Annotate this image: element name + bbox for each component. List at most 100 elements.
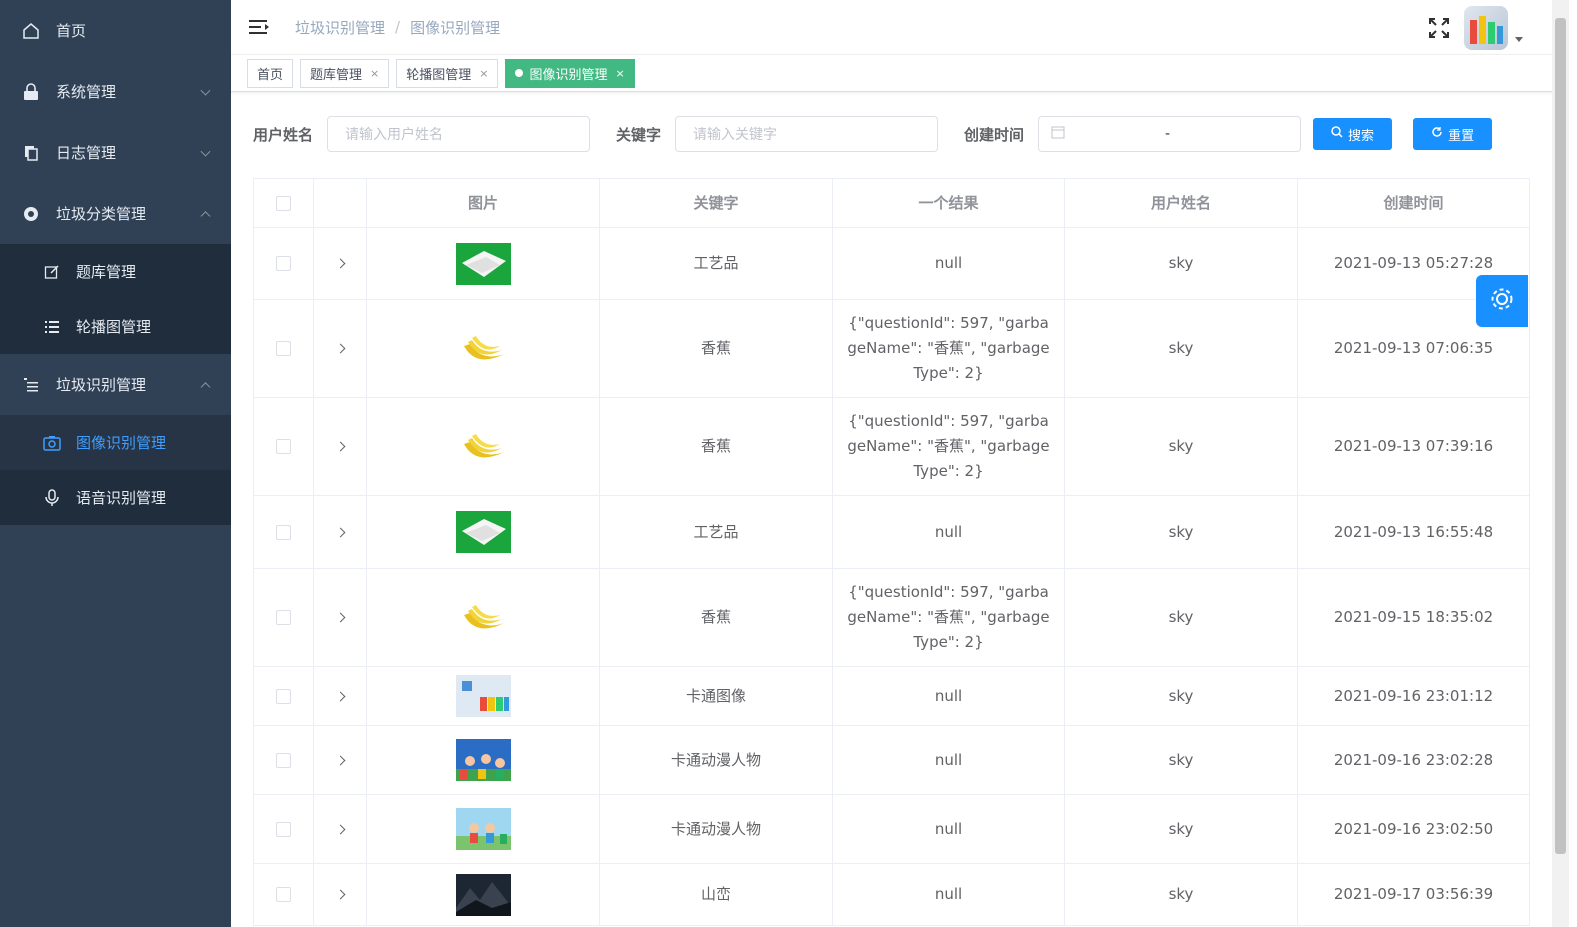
chevron-right-icon[interactable] [335, 527, 345, 537]
search-button-label: 搜索 [1348, 128, 1375, 144]
sidebar-item-carousel[interactable]: 轮播图管理 [0, 299, 231, 354]
result-cell: {"questionId": 597, "garbageName": "香蕉",… [833, 398, 1065, 495]
keyword-cell: 香蕉 [600, 398, 833, 495]
close-icon[interactable]: × [616, 67, 625, 80]
row-checkbox[interactable] [276, 256, 291, 271]
chevron-right-icon[interactable] [335, 824, 345, 834]
row-checkbox[interactable] [276, 610, 291, 625]
table-row[interactable]: 卡通动漫人物 null sky 2021-09-16 23:02:28 [254, 726, 1530, 795]
close-icon[interactable]: × [370, 67, 379, 80]
row-checkbox[interactable] [276, 688, 291, 704]
chevron-right-icon[interactable] [335, 612, 345, 623]
close-icon[interactable]: × [479, 67, 488, 80]
created-time-cell: 2021-09-15 18:35:02 [1298, 569, 1530, 666]
thumbnail-image[interactable] [455, 511, 511, 553]
sidebar-item-label: 首页 [56, 22, 87, 40]
select-all-checkbox[interactable] [276, 195, 291, 211]
header-checkbox-cell [254, 179, 314, 227]
edit-icon [43, 263, 61, 281]
chevron-right-icon[interactable] [335, 343, 345, 354]
sidebar-item-label: 系统管理 [56, 83, 117, 101]
column-header[interactable]: 图片 [367, 179, 600, 227]
thumbnail-image[interactable] [455, 425, 511, 468]
fullscreen-icon[interactable] [1428, 17, 1450, 39]
reset-button[interactable]: 重置 [1413, 118, 1493, 150]
date-range-picker[interactable]: - [1038, 116, 1302, 152]
sidebar-item-garbage-recog[interactable]: 垃圾识别管理 [0, 354, 231, 415]
avatar[interactable] [1464, 6, 1508, 50]
refresh-icon [1431, 126, 1443, 142]
tag-image-recog[interactable]: 图像识别管理 × [505, 58, 635, 88]
chevron-right-icon[interactable] [335, 258, 345, 269]
breadcrumb-separator: / [395, 18, 401, 36]
chevron-right-icon[interactable] [335, 691, 345, 701]
search-icon [1331, 126, 1343, 142]
chevron-down-icon [200, 146, 211, 157]
submenu-garbage-recog: 图像识别管理 语音识别管理 [0, 415, 231, 525]
row-checkbox[interactable] [276, 341, 291, 356]
row-expand-cell [314, 496, 367, 568]
row-checkbox[interactable] [276, 821, 291, 837]
search-button[interactable]: 搜索 [1313, 118, 1393, 150]
thumbnail-image[interactable] [455, 675, 511, 717]
thumbnail-image[interactable] [455, 327, 511, 370]
sidebar-item-question-bank[interactable]: 题库管理 [0, 244, 231, 299]
page-scrollbar[interactable] [1552, 0, 1569, 927]
image-cell [367, 726, 600, 794]
table-row[interactable]: 香蕉 {"questionId": 597, "garbageName": "香蕉… [254, 300, 1530, 398]
chevron-right-icon[interactable] [335, 889, 345, 900]
sidebar-item-label: 图像识别管理 [76, 434, 167, 452]
keyword-input[interactable]: 请输入关键字 [675, 116, 939, 152]
sidebar-item-home[interactable]: 首页 [0, 0, 231, 61]
table-row[interactable]: 香蕉 {"questionId": 597, "garbageName": "香蕉… [254, 569, 1530, 667]
chevron-right-icon[interactable] [335, 755, 345, 765]
table-row[interactable]: 工艺品 null sky 2021-09-13 16:55:48 [254, 496, 1530, 569]
keyword-cell: 香蕉 [600, 569, 833, 666]
row-checkbox[interactable] [276, 524, 291, 540]
keyword-label: 关键字 [616, 125, 662, 144]
hamburger-icon[interactable] [249, 19, 269, 35]
column-header[interactable]: 一个结果 [833, 179, 1065, 227]
tag-home[interactable]: 首页 [247, 58, 294, 88]
row-checkbox[interactable] [276, 752, 291, 768]
table-row[interactable]: 香蕉 {"questionId": 597, "garbageName": "香蕉… [254, 398, 1530, 496]
sidebar-item-garbage-class[interactable]: 垃圾分类管理 [0, 183, 231, 244]
table-row[interactable]: 工艺品 null sky 2021-09-13 05:27:28 [254, 228, 1530, 300]
column-header[interactable]: 创建时间 [1298, 179, 1530, 227]
thumbnail-image[interactable] [455, 808, 511, 850]
time-label: 创建时间 [964, 125, 1025, 144]
thumbnail-image[interactable] [455, 596, 511, 639]
breadcrumb-item[interactable]: 垃圾识别管理 [295, 17, 385, 38]
table-row[interactable]: 山峦 null sky 2021-09-17 03:56:39 [254, 864, 1530, 926]
sidebar-item-system[interactable]: 系统管理 [0, 61, 231, 122]
username-cell: sky [1065, 496, 1298, 568]
row-checkbox-cell [254, 667, 314, 725]
sidebar-item-log[interactable]: 日志管理 [0, 122, 231, 183]
created-time-cell: 2021-09-13 16:55:48 [1298, 496, 1530, 568]
caret-down-icon[interactable] [1515, 37, 1523, 42]
row-checkbox[interactable] [276, 887, 291, 902]
sidebar-item-voice-recog[interactable]: 语音识别管理 [0, 470, 231, 525]
thumbnail-image[interactable] [455, 739, 511, 781]
tag-question-bank[interactable]: 题库管理 × [300, 58, 390, 88]
row-checkbox[interactable] [276, 439, 291, 454]
row-checkbox-cell [254, 398, 314, 495]
tag-carousel[interactable]: 轮播图管理 × [396, 58, 499, 88]
keyword-cell: 工艺品 [600, 228, 833, 299]
chevron-right-icon[interactable] [335, 441, 345, 452]
column-header[interactable]: 关键字 [600, 179, 833, 227]
row-checkbox-cell [254, 569, 314, 666]
table-row[interactable]: 卡通图像 null sky 2021-09-16 23:01:12 [254, 667, 1530, 726]
table-row[interactable]: 卡通动漫人物 null sky 2021-09-16 23:02:50 [254, 795, 1530, 864]
thumbnail-image[interactable] [455, 873, 511, 916]
thumbnail-image[interactable] [455, 242, 511, 285]
username-input[interactable]: 请输入用户姓名 [327, 116, 591, 152]
table-header: 图片 关键字 一个结果 用户姓名 创建时间 [254, 179, 1530, 228]
settings-button[interactable] [1476, 275, 1528, 327]
row-expand-cell [314, 864, 367, 925]
sidebar-item-image-recog[interactable]: 图像识别管理 [0, 415, 231, 470]
column-header[interactable]: 用户姓名 [1065, 179, 1298, 227]
breadcrumb-item-current: 图像识别管理 [410, 18, 501, 37]
row-expand-cell [314, 667, 367, 725]
scrollbar-thumb[interactable] [1555, 18, 1566, 854]
